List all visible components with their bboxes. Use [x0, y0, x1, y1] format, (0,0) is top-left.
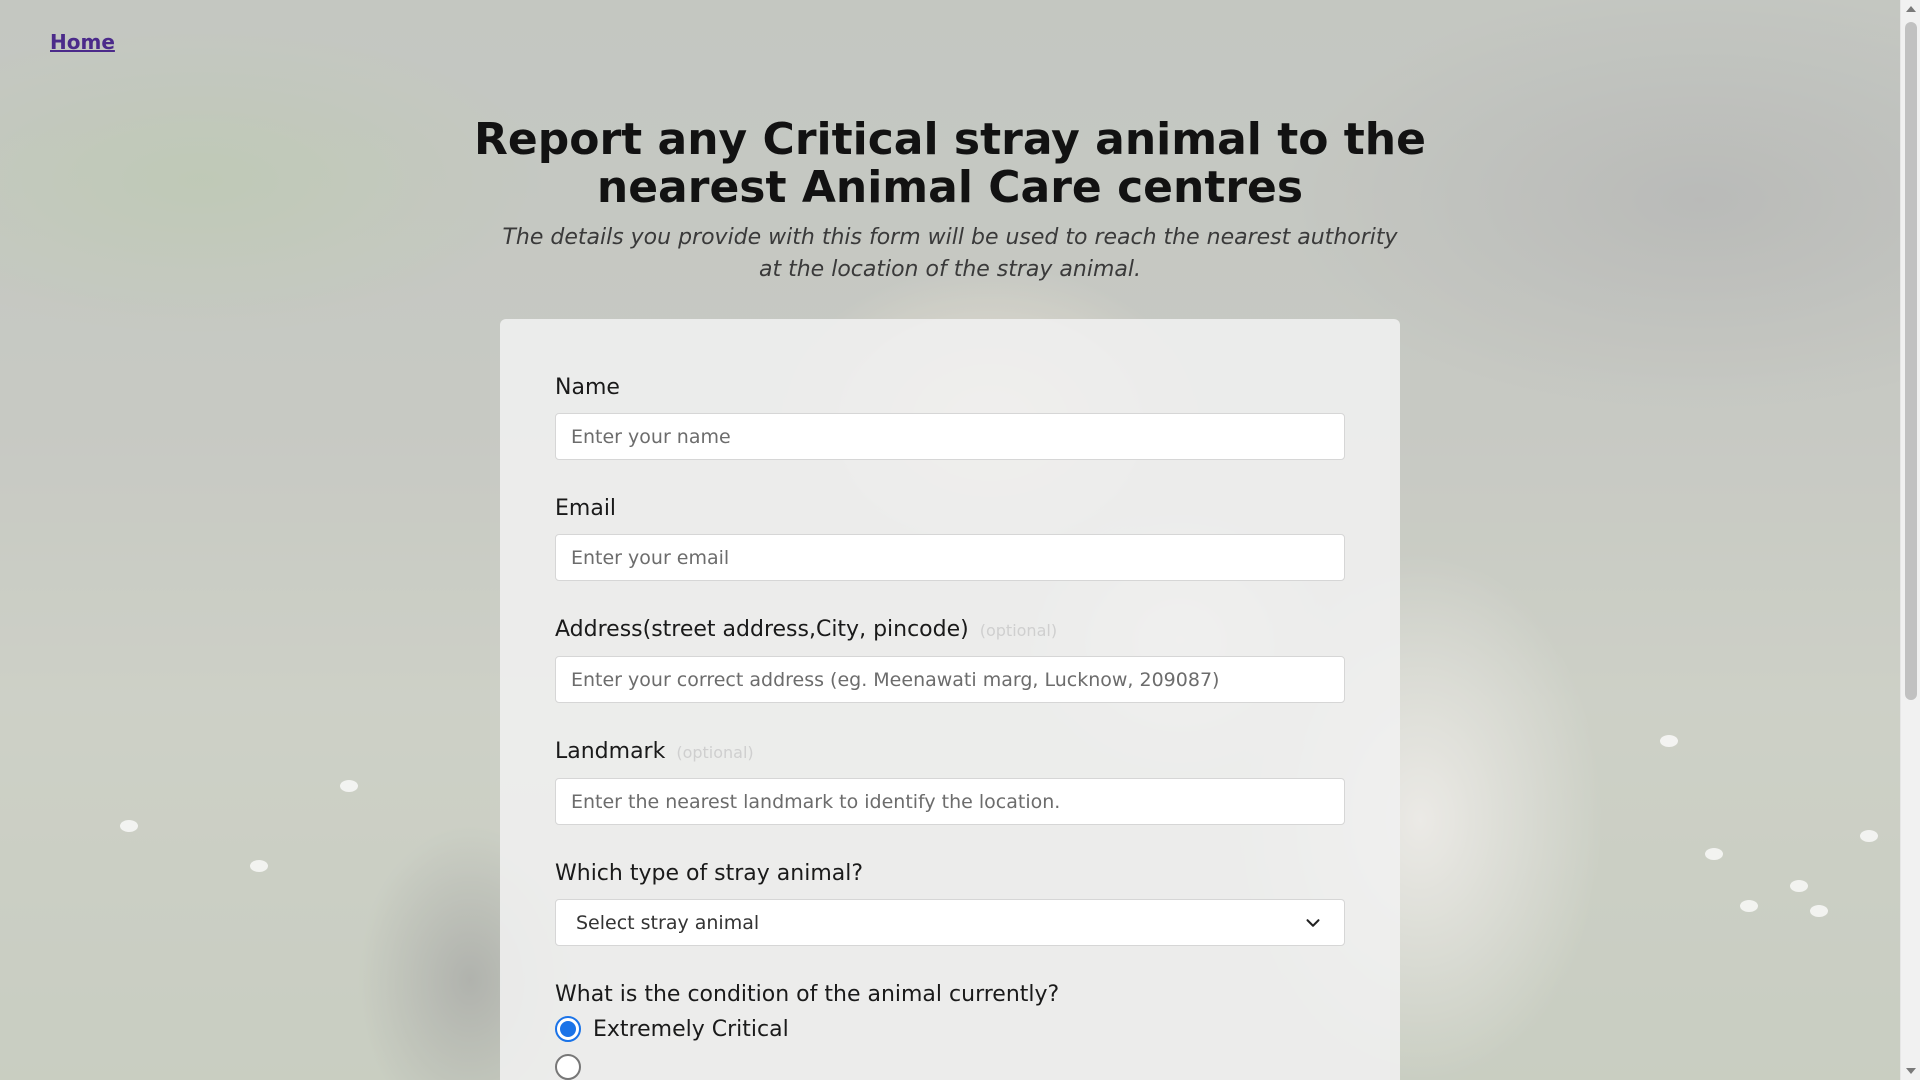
page-scrollbar[interactable] — [1900, 0, 1920, 1080]
condition-radio-extremely-critical[interactable] — [555, 1016, 581, 1042]
page-title: Report any Critical stray animal to the … — [474, 114, 1426, 213]
landmark-input[interactable] — [555, 778, 1345, 825]
name-label: Name — [555, 375, 620, 400]
condition-option-extremely-critical[interactable]: Extremely Critical — [555, 1016, 1345, 1042]
report-form: Name Email Address(street address,City, … — [500, 319, 1400, 1080]
chevron-down-icon — [1306, 918, 1320, 927]
home-link[interactable]: Home — [50, 30, 115, 54]
address-label: Address(street address,City, pincode) — [555, 617, 969, 642]
animal-type-label: Which type of stray animal? — [555, 861, 864, 886]
animal-type-field-group: Which type of stray animal? Select stray… — [555, 859, 1345, 946]
landmark-label-row: Landmark (optional) — [555, 737, 1345, 768]
address-field-group: Address(street address,City, pincode) (o… — [555, 615, 1345, 703]
landmark-optional-tag: (optional) — [676, 743, 754, 762]
animal-type-select[interactable]: Select stray animal — [555, 899, 1345, 946]
address-label-row: Address(street address,City, pincode) (o… — [555, 615, 1345, 646]
email-input[interactable] — [555, 534, 1345, 581]
page-subtitle: The details you provide with this form w… — [502, 225, 1398, 282]
scroll-down-arrow-icon[interactable] — [1906, 1068, 1916, 1074]
email-label: Email — [555, 496, 617, 521]
animal-type-selected: Select stray animal — [576, 911, 760, 934]
name-field-group: Name — [555, 373, 1345, 460]
scroll-up-arrow-icon[interactable] — [1906, 6, 1916, 12]
radio-checked-dot — [560, 1021, 576, 1037]
page-header: Report any Critical stray animal to the … — [470, 116, 1430, 286]
name-input[interactable] — [555, 413, 1345, 460]
address-optional-tag: (optional) — [979, 621, 1058, 640]
condition-field-group: What is the condition of the animal curr… — [555, 980, 1345, 1080]
scrollbar-thumb[interactable] — [1905, 22, 1917, 700]
condition-option-label: Extremely Critical — [593, 1016, 789, 1042]
condition-label: What is the condition of the animal curr… — [555, 982, 1060, 1007]
landmark-field-group: Landmark (optional) — [555, 737, 1345, 825]
landmark-label: Landmark — [555, 739, 666, 764]
email-field-group: Email — [555, 494, 1345, 581]
condition-radio-next[interactable] — [555, 1054, 581, 1080]
address-input[interactable] — [555, 656, 1345, 703]
